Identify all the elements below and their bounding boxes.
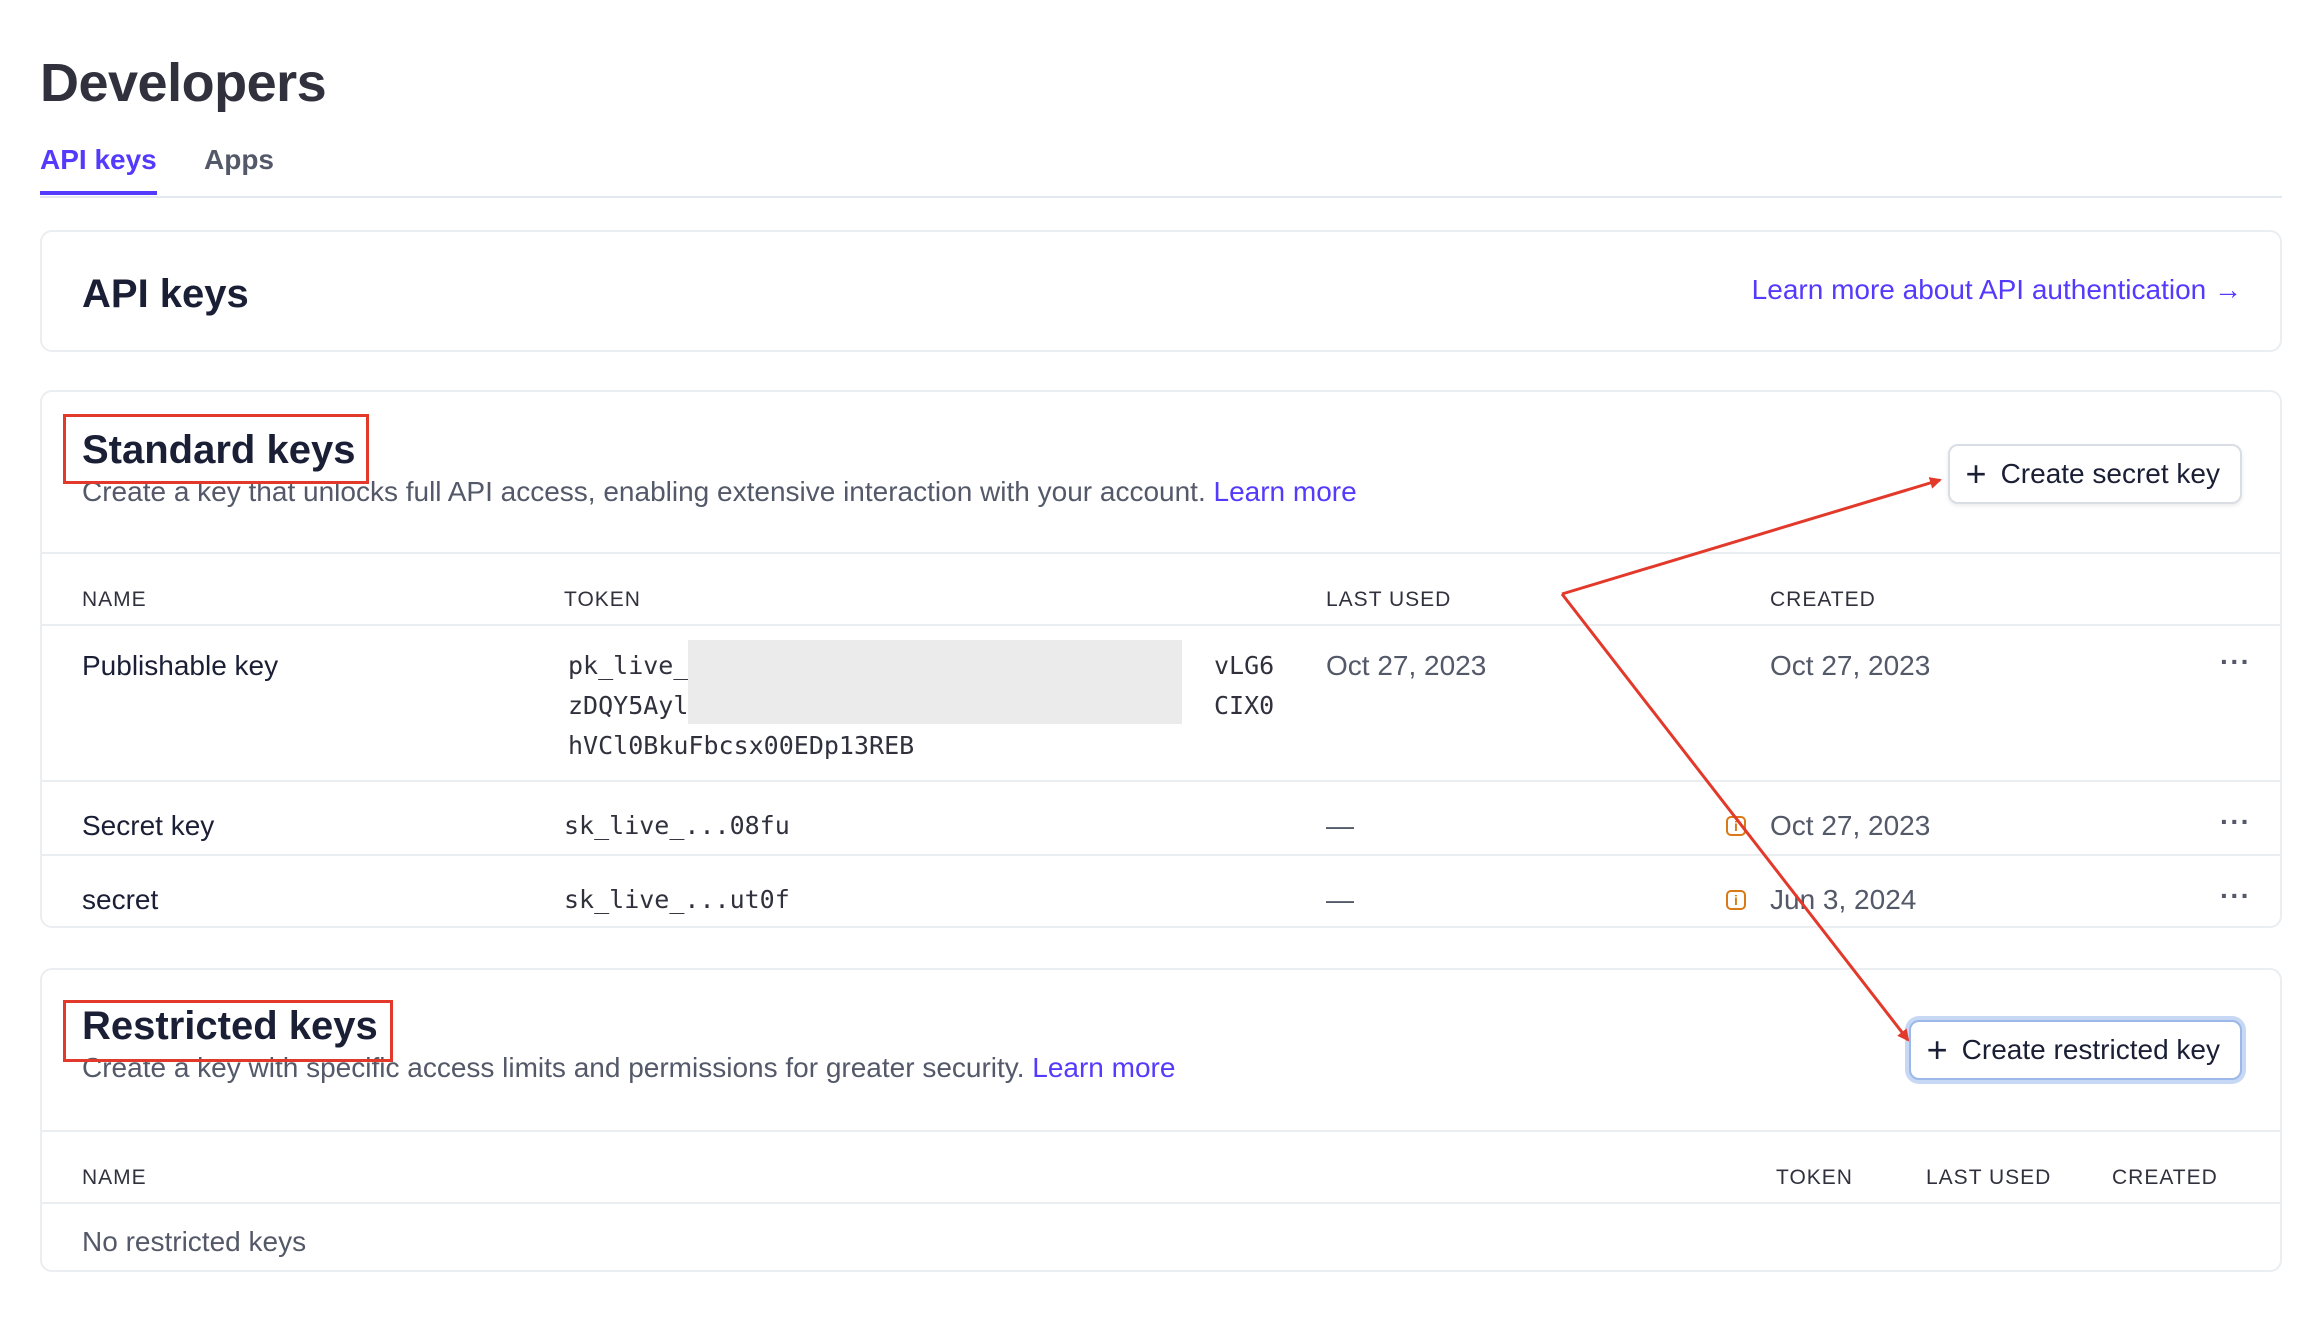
restricted-keys-learn-more-link[interactable]: Learn more [1032, 1052, 1175, 1083]
tab-bar: API keys Apps [40, 140, 2282, 198]
empty-state-text: No restricted keys [82, 1226, 307, 1257]
tab-api-keys[interactable]: API keys [40, 144, 157, 195]
key-name: Secret key [82, 810, 215, 841]
more-icon[interactable]: ··· [2220, 646, 2251, 678]
more-icon[interactable]: ··· [2220, 806, 2251, 838]
column-header-name: NAME [82, 588, 147, 611]
column-header-last-used: LAST USED [1326, 588, 1452, 611]
annotation-box-standard-keys [63, 414, 369, 484]
last-used-date: — [1326, 884, 1354, 915]
last-used-date: — [1326, 810, 1354, 841]
page-title: Developers [40, 53, 327, 113]
api-keys-header-card: API keys Learn more about API authentica… [40, 230, 2282, 352]
create-secret-key-button[interactable]: + Create secret key [1947, 444, 2242, 504]
column-header-name: NAME [82, 1166, 147, 1189]
annotation-box-restricted-keys [63, 1000, 393, 1062]
redaction-block [688, 640, 1182, 724]
tab-apps[interactable]: Apps [204, 144, 274, 176]
created-date: Oct 27, 2023 [1770, 810, 1931, 841]
create-restricted-key-label: Create restricted key [1961, 1034, 2220, 1065]
divider [42, 780, 2280, 782]
token-value[interactable]: sk_live_...08fu [564, 806, 790, 846]
token-line: hVCl0BkuFbcsx00EDp13REB [568, 731, 915, 760]
info-icon[interactable]: i [1726, 816, 1746, 836]
divider [42, 552, 2280, 554]
column-header-created: CREATED [1770, 588, 1876, 611]
plus-icon: + [1926, 1029, 1948, 1070]
divider [42, 1130, 2280, 1132]
token-value[interactable]: sk_live_...ut0f [564, 880, 790, 920]
standard-keys-card: Standard keys Create a key that unlocks … [40, 390, 2282, 928]
create-restricted-key-button[interactable]: + Create restricted key [1908, 1020, 2242, 1080]
key-name: secret [82, 884, 159, 915]
divider [42, 854, 2280, 856]
divider [42, 1202, 2280, 1204]
info-icon[interactable]: i [1726, 890, 1746, 910]
column-header-created: CREATED [2112, 1166, 2218, 1189]
plus-icon: + [1965, 453, 1987, 494]
learn-more-api-auth-link[interactable]: Learn more about API authentication → [1752, 274, 2242, 306]
standard-keys-learn-more-link[interactable]: Learn more [1214, 476, 1357, 507]
token-tail: vLG6 CIX0 [1214, 646, 1274, 726]
created-date: Oct 27, 2023 [1770, 650, 1931, 681]
created-date: Jun 3, 2024 [1770, 884, 1917, 915]
last-used-date: Oct 27, 2023 [1326, 650, 1487, 681]
token-line: vLG6 [1214, 651, 1275, 680]
token-line: CIX0 [1214, 691, 1275, 720]
divider [42, 624, 2280, 626]
column-header-last-used: LAST USED [1926, 1166, 2052, 1189]
more-icon[interactable]: ··· [2220, 880, 2251, 912]
api-keys-heading: API keys [82, 272, 249, 316]
key-name: Publishable key [82, 650, 279, 681]
column-header-token: TOKEN [1776, 1166, 1853, 1189]
create-secret-key-label: Create secret key [2000, 458, 2220, 489]
column-header-token: TOKEN [564, 588, 641, 611]
